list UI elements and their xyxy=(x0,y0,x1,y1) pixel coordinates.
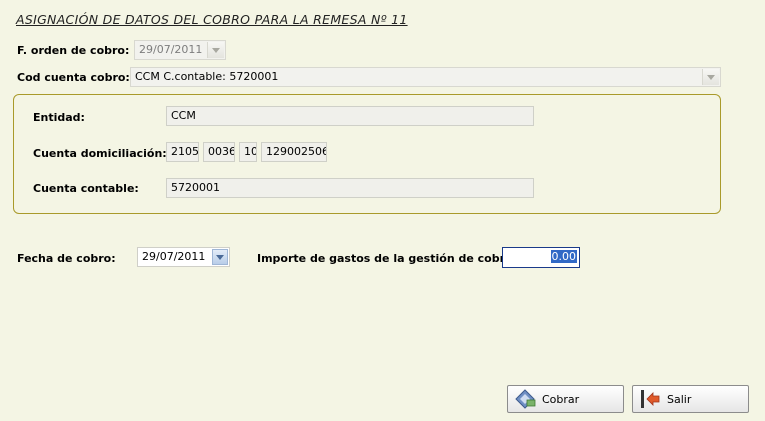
domiciliacion-office-field: 0036 xyxy=(203,142,235,162)
salir-button-label: Salir xyxy=(667,392,692,406)
salir-button[interactable]: Salir xyxy=(632,385,749,413)
cuenta-cobro-value: CCM C.contable: 5720001 xyxy=(135,70,279,83)
domiciliacion-entity-field: 2105 xyxy=(166,142,199,162)
orden-cobro-date-picker[interactable]: 29/07/2011 xyxy=(134,40,226,60)
chevron-down-icon[interactable] xyxy=(212,249,228,265)
form-title: ASIGNACIÓN DE DATOS DEL COBRO PARA LA RE… xyxy=(16,12,408,27)
cuenta-cobro-label: Cod cuenta cobro: xyxy=(17,71,130,84)
entidad-field: CCM xyxy=(166,106,534,126)
importe-value: 0.00 xyxy=(550,250,577,263)
fecha-cobro-date-picker[interactable]: 29/07/2011 xyxy=(137,247,230,267)
fecha-cobro-label: Fecha de cobro: xyxy=(17,252,116,265)
cobrar-button[interactable]: Cobrar xyxy=(507,385,624,413)
domiciliacion-label: Cuenta domiciliación: xyxy=(33,147,167,160)
cobrar-button-label: Cobrar xyxy=(542,392,580,406)
chevron-down-icon[interactable] xyxy=(207,42,224,58)
money-diamond-icon xyxy=(514,388,536,410)
domiciliacion-dc-field: 10 xyxy=(239,142,257,162)
importe-input[interactable]: 0.00 xyxy=(502,247,580,268)
entidad-label: Entidad: xyxy=(33,111,85,124)
cuenta-cobro-select[interactable]: CCM C.contable: 5720001 xyxy=(130,67,721,87)
exit-door-icon xyxy=(639,388,661,410)
fecha-cobro-value: 29/07/2011 xyxy=(142,250,206,263)
cuenta-contable-field: 5720001 xyxy=(166,178,534,198)
importe-label: Importe de gastos de la gestión de cobro… xyxy=(257,252,517,265)
orden-cobro-value: 29/07/2011 xyxy=(139,43,203,56)
chevron-down-icon[interactable] xyxy=(702,69,719,85)
domiciliacion-number-field: 1290025065 xyxy=(261,142,327,162)
orden-cobro-label: F. orden de cobro: xyxy=(17,44,130,57)
cuenta-contable-label: Cuenta contable: xyxy=(33,182,139,195)
